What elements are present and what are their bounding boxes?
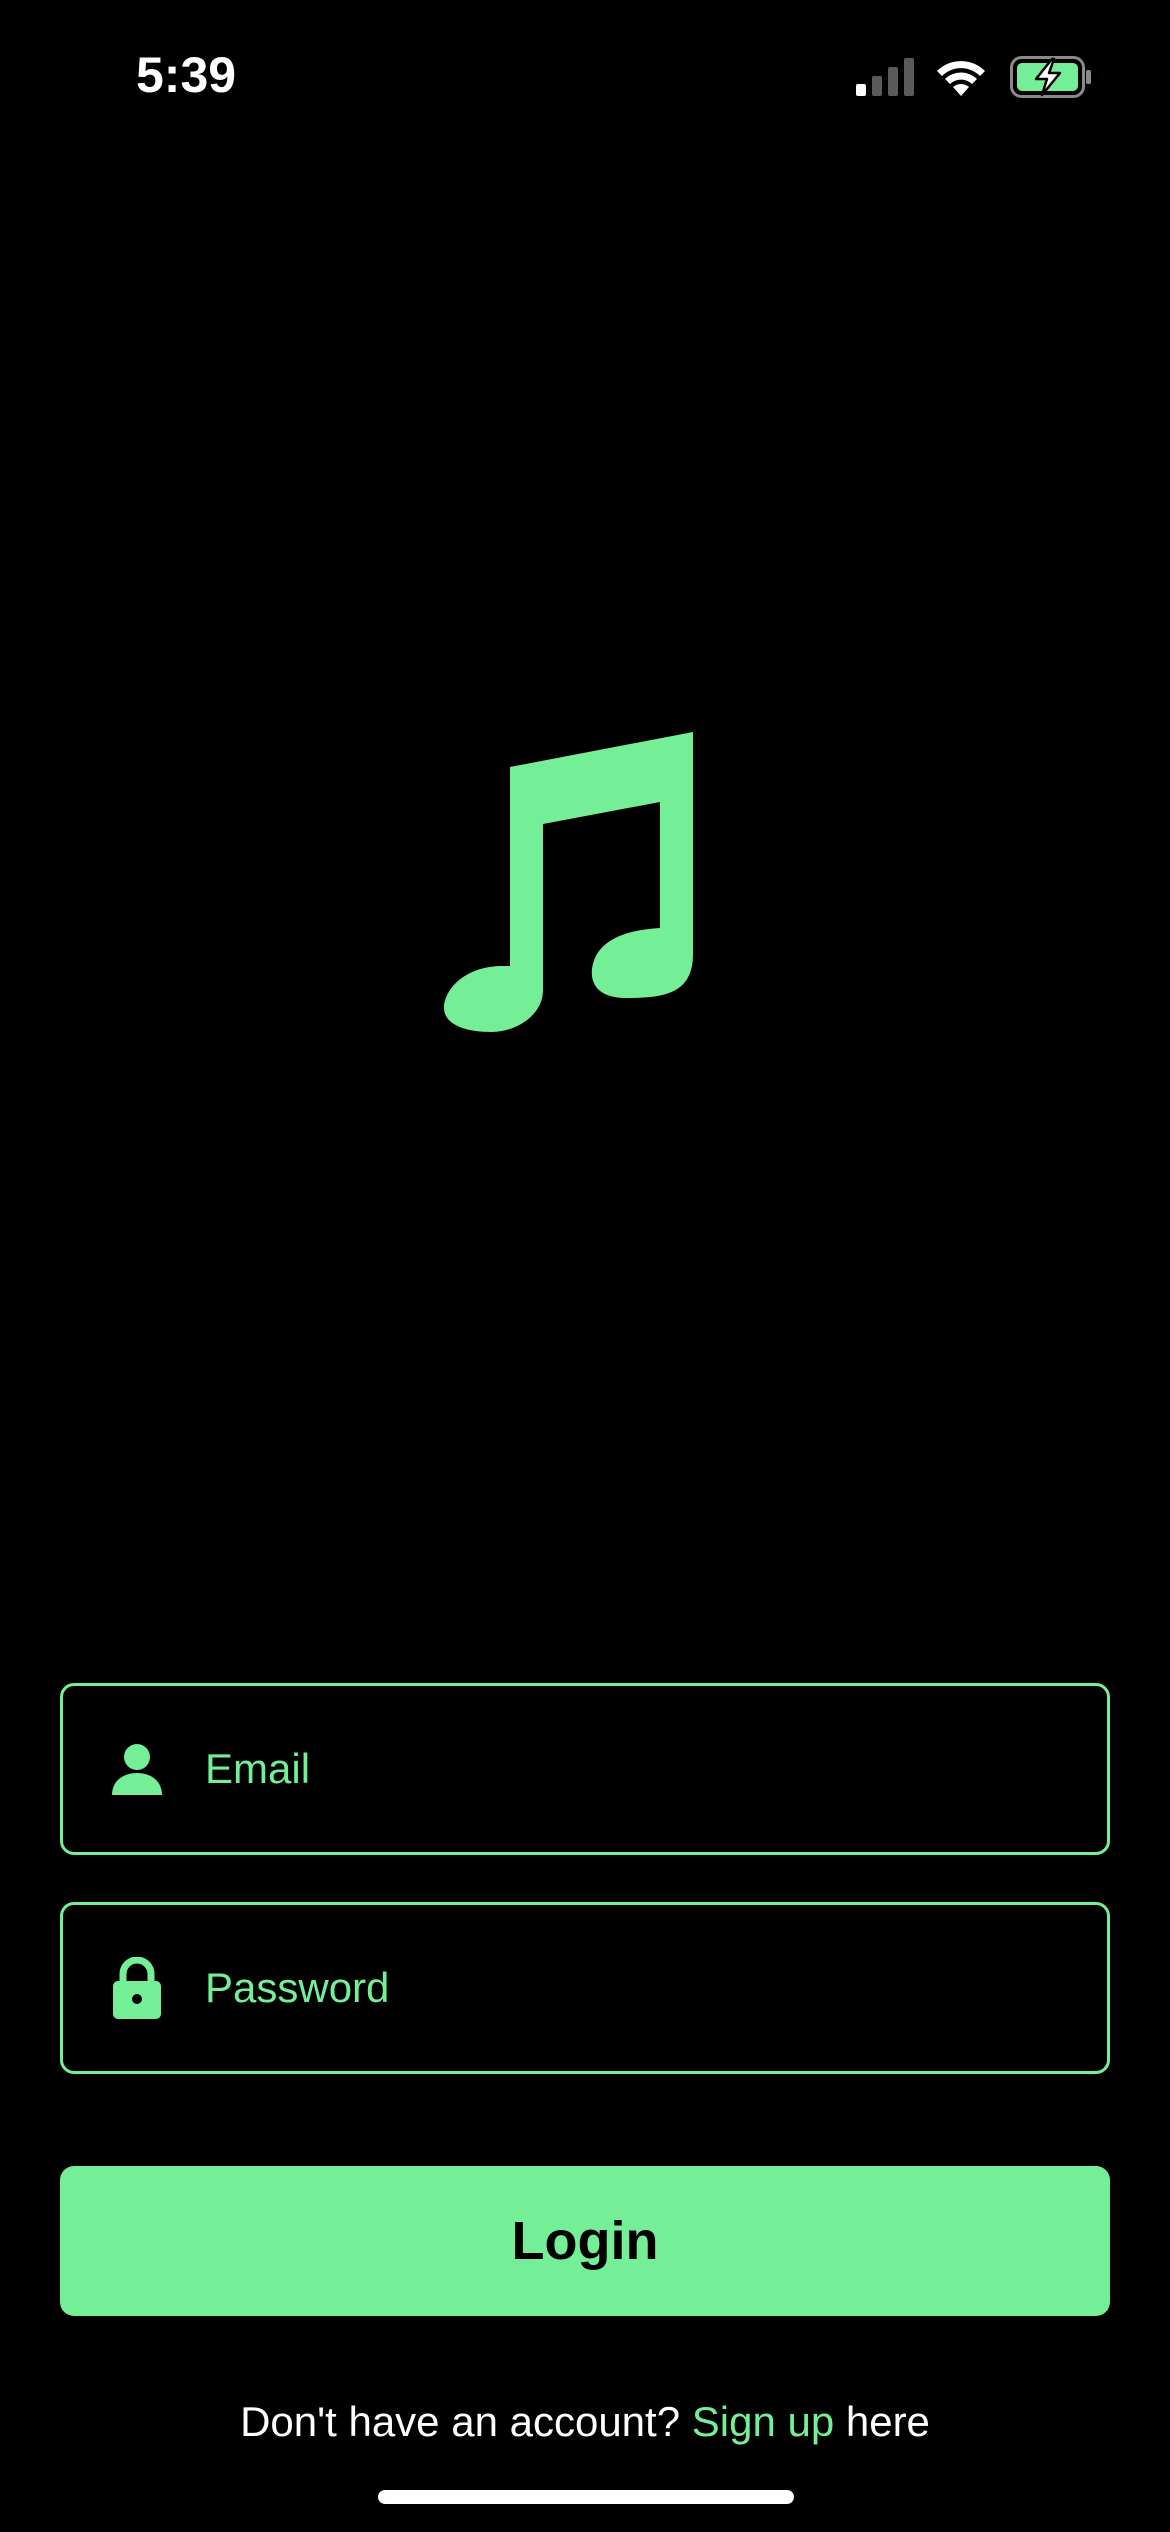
signup-prompt: Don't have an account? Sign up here bbox=[0, 2398, 1170, 2446]
signup-link[interactable]: Sign up bbox=[692, 2398, 834, 2445]
home-indicator[interactable] bbox=[378, 2490, 794, 2504]
email-field[interactable] bbox=[60, 1683, 1110, 1855]
signup-prompt-suffix: here bbox=[834, 2398, 930, 2445]
lock-icon bbox=[107, 1953, 167, 2023]
password-input[interactable] bbox=[205, 1948, 1077, 2028]
password-field[interactable] bbox=[60, 1902, 1110, 2074]
cellular-signal-icon bbox=[856, 58, 914, 101]
status-bar: 5:39 bbox=[0, 0, 1170, 150]
battery-charging-icon bbox=[1010, 56, 1092, 103]
email-input[interactable] bbox=[205, 1729, 1077, 1809]
status-time: 5:39 bbox=[136, 47, 237, 103]
person-icon bbox=[107, 1734, 167, 1804]
login-button[interactable]: Login bbox=[60, 2166, 1110, 2316]
wifi-icon bbox=[934, 56, 988, 101]
login-screen: 5:39 Email Login Don't have an account? … bbox=[0, 0, 1170, 2532]
signup-prompt-prefix: Don't have an account? bbox=[240, 2398, 692, 2445]
music-note-icon bbox=[440, 732, 700, 1038]
